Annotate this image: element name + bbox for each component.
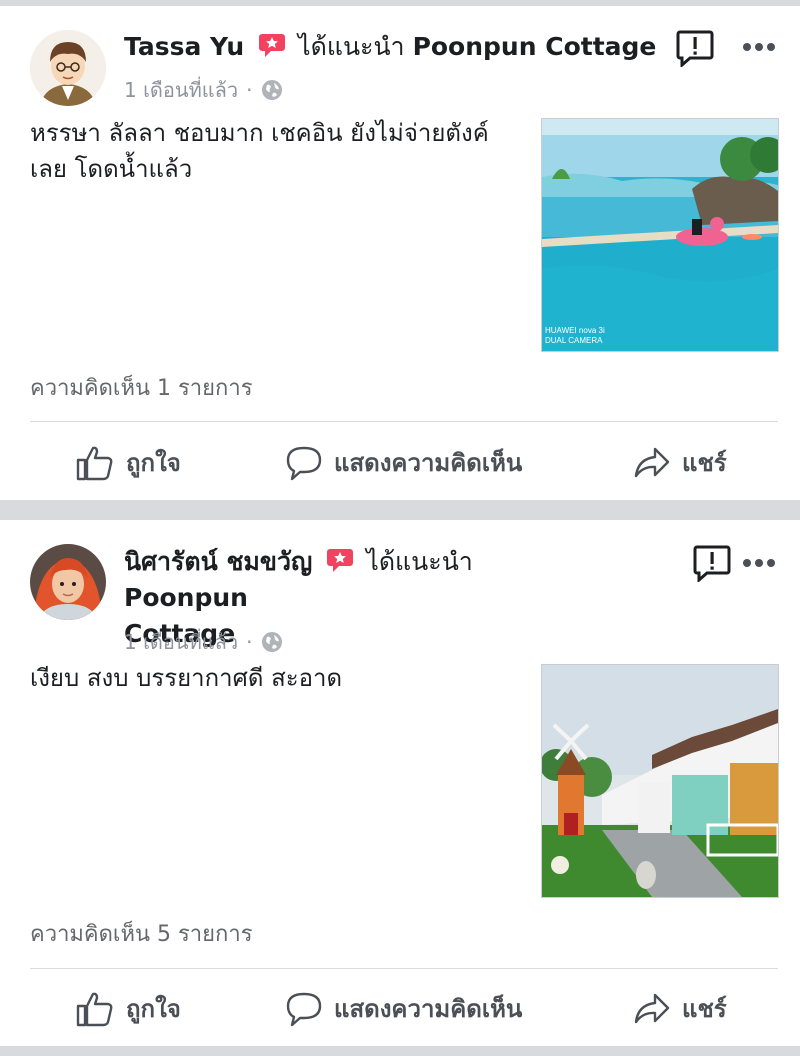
post-separator [0, 500, 800, 520]
recommend-text: ได้แนะนำ [298, 32, 405, 61]
share-icon [634, 447, 670, 477]
review-post: Tassa Yu ได้แนะนำ Poonpun Cottage 1 เดือ… [0, 0, 800, 500]
review-photo[interactable]: HUAWEI nova 3i DUAL CAMERA [541, 118, 779, 352]
globe-icon [261, 632, 282, 652]
recommend-text: ได้แนะนำ [366, 547, 473, 576]
comment-icon [286, 992, 322, 1026]
comment-button[interactable]: แสดงความคิดเห็น [286, 443, 522, 482]
comment-icon [286, 446, 322, 480]
share-icon [634, 993, 670, 1023]
comment-label: แสดงความคิดเห็น [334, 995, 523, 1023]
page-name[interactable]: Poonpun [124, 583, 248, 612]
page-name[interactable]: Poonpun Cottage [413, 32, 657, 61]
meta-dot: · [246, 78, 253, 102]
like-label: ถูกใจ [126, 449, 181, 477]
like-icon [76, 446, 113, 480]
more-icon[interactable] [742, 42, 776, 52]
comment-button[interactable]: แสดงความคิดเห็น [286, 989, 522, 1028]
post-header: Tassa Yu ได้แนะนำ Poonpun Cottage [124, 29, 656, 65]
review-text: เงียบ สงบ บรรยากาศดี สะอาด [30, 664, 343, 692]
share-label: แชร์ [682, 995, 727, 1023]
author-name[interactable]: นิศารัตน์ ชมขวัญ [124, 547, 312, 576]
like-button[interactable]: ถูกใจ [76, 443, 181, 482]
photo-watermark: DUAL CAMERA [545, 336, 603, 345]
review-photo[interactable] [541, 664, 779, 898]
share-button[interactable]: แชร์ [634, 989, 727, 1028]
share-label: แชร์ [682, 449, 727, 477]
bottom-separator [0, 1046, 800, 1056]
report-icon[interactable] [676, 29, 714, 67]
globe-icon [261, 80, 282, 100]
comment-label: แสดงความคิดเห็น [334, 449, 523, 477]
comment-count[interactable]: ความคิดเห็น 5 รายการ [30, 916, 253, 951]
meta-dot: · [246, 630, 253, 654]
review-post: นิศารัตน์ ชมขวัญ ได้แนะนำ Poonpun Cottag… [0, 520, 800, 1048]
action-divider [30, 968, 778, 969]
like-button[interactable]: ถูกใจ [76, 989, 181, 1028]
post-meta: 1 เดือนที่แล้ว · [124, 74, 283, 106]
report-icon[interactable] [693, 544, 731, 582]
photo-watermark: HUAWEI nova 3i [545, 326, 605, 335]
like-icon [76, 992, 113, 1026]
post-time[interactable]: 1 เดือนที่แล้ว [124, 74, 238, 106]
author-name[interactable]: Tassa Yu [124, 32, 244, 61]
avatar[interactable] [30, 544, 106, 620]
recommend-icon [259, 34, 286, 57]
more-icon[interactable] [742, 558, 776, 568]
recommend-icon [327, 549, 354, 572]
like-label: ถูกใจ [126, 995, 181, 1023]
post-meta: 1 เดือนที่แล้ว · [124, 626, 283, 658]
avatar[interactable] [30, 30, 106, 106]
review-text: หรรษา ลัลลา ชอบมาก เชคอิน ยังไม่จ่ายตังค… [30, 119, 489, 183]
share-button[interactable]: แชร์ [634, 443, 727, 482]
comment-count[interactable]: ความคิดเห็น 1 รายการ [30, 370, 253, 405]
action-divider [30, 421, 778, 422]
post-time[interactable]: 1 เดือนที่แล้ว [124, 626, 238, 658]
